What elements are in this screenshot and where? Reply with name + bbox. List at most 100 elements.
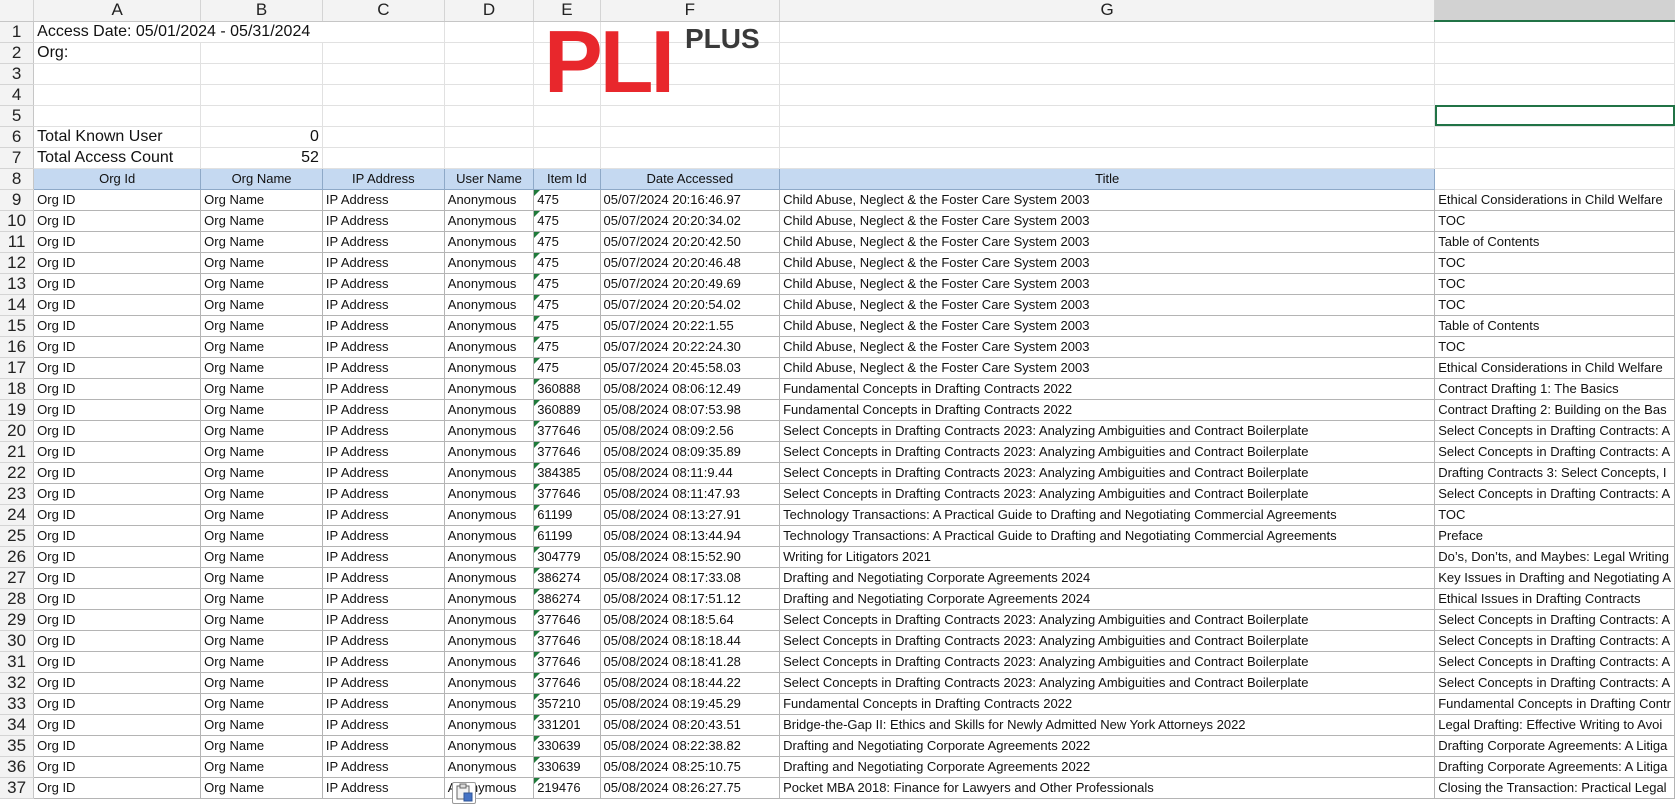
item-id-cell[interactable]: 386274 bbox=[533, 567, 601, 589]
org-id-cell[interactable]: Org ID bbox=[33, 336, 202, 358]
cell[interactable] bbox=[600, 147, 781, 169]
date-accessed-cell[interactable]: 05/08/2024 08:26:27.75 bbox=[600, 777, 781, 799]
date-accessed-cell[interactable]: 05/08/2024 08:11:47.93 bbox=[600, 483, 781, 505]
item-id-cell[interactable]: 475 bbox=[533, 294, 601, 316]
org-name-cell[interactable]: Org Name bbox=[200, 378, 323, 400]
org-name-cell[interactable]: Org Name bbox=[200, 357, 323, 379]
ip-address-cell[interactable]: IP Address bbox=[322, 567, 445, 589]
user-name-cell[interactable]: Anonymous bbox=[444, 378, 535, 400]
date-accessed-cell[interactable]: 05/07/2024 20:45:58.03 bbox=[600, 357, 781, 379]
org-name-cell[interactable]: Org Name bbox=[200, 630, 323, 652]
date-accessed-cell[interactable]: 05/07/2024 20:20:34.02 bbox=[600, 210, 781, 232]
row-header[interactable]: 12 bbox=[0, 252, 35, 274]
date-accessed-cell[interactable]: 05/08/2024 08:18:41.28 bbox=[600, 651, 781, 673]
cell[interactable] bbox=[600, 126, 781, 148]
org-id-cell[interactable]: Org ID bbox=[33, 504, 202, 526]
header-item-id[interactable]: Item Id bbox=[533, 167, 601, 190]
org-name-cell[interactable]: Org Name bbox=[200, 483, 323, 505]
row-header[interactable]: 37 bbox=[0, 777, 35, 799]
user-name-cell[interactable]: Anonymous bbox=[444, 210, 535, 232]
date-accessed-cell[interactable]: 05/08/2024 08:17:33.08 bbox=[600, 567, 781, 589]
date-accessed-cell[interactable]: 05/08/2024 08:15:52.90 bbox=[600, 546, 781, 568]
item-id-cell[interactable]: 386274 bbox=[533, 588, 601, 610]
title-cell[interactable]: Select Concepts in Drafting Contracts 20… bbox=[779, 672, 1436, 694]
org-name-cell[interactable]: Org Name bbox=[200, 210, 323, 232]
section-title-cell[interactable]: TOC bbox=[1434, 336, 1675, 358]
row-header[interactable]: 26 bbox=[0, 546, 35, 568]
cell[interactable] bbox=[533, 105, 601, 127]
user-name-cell[interactable]: Anonymous bbox=[444, 462, 535, 484]
header-title[interactable]: Title bbox=[779, 167, 1436, 190]
cell[interactable] bbox=[600, 105, 781, 127]
cell[interactable] bbox=[444, 105, 535, 127]
org-name-cell[interactable]: Org Name bbox=[200, 441, 323, 463]
cell[interactable] bbox=[444, 21, 535, 43]
ip-address-cell[interactable]: IP Address bbox=[322, 462, 445, 484]
cell[interactable] bbox=[533, 126, 601, 148]
org-id-cell[interactable]: Org ID bbox=[33, 189, 202, 211]
org-id-cell[interactable]: Org ID bbox=[33, 483, 202, 505]
title-cell[interactable]: Child Abuse, Neglect & the Foster Care S… bbox=[779, 357, 1436, 379]
row-header[interactable]: 10 bbox=[0, 210, 35, 232]
section-title-cell[interactable]: Table of Contents bbox=[1434, 231, 1675, 253]
section-title-cell[interactable]: Select Concepts in Drafting Contracts: A bbox=[1434, 441, 1675, 463]
section-title-cell[interactable]: TOC bbox=[1434, 252, 1675, 274]
date-accessed-cell[interactable]: 05/07/2024 20:20:46.48 bbox=[600, 252, 781, 274]
title-cell[interactable]: Fundamental Concepts in Drafting Contrac… bbox=[779, 693, 1436, 715]
item-id-cell[interactable]: 360889 bbox=[533, 399, 601, 421]
section-title-cell[interactable]: Drafting Contracts 3: Select Concepts, I bbox=[1434, 462, 1675, 484]
ip-address-cell[interactable]: IP Address bbox=[322, 210, 445, 232]
date-accessed-cell[interactable]: 05/08/2024 08:18:5.64 bbox=[600, 609, 781, 631]
org-name-cell[interactable]: Org Name bbox=[200, 231, 323, 253]
active-cell[interactable] bbox=[1434, 105, 1675, 127]
item-id-cell[interactable]: 304779 bbox=[533, 546, 601, 568]
title-cell[interactable]: Pocket MBA 2018: Finance for Lawyers and… bbox=[779, 777, 1436, 799]
org-name-cell[interactable]: Org Name bbox=[200, 714, 323, 736]
cell[interactable] bbox=[779, 126, 1436, 148]
item-id-cell[interactable]: 61199 bbox=[533, 525, 601, 547]
cell[interactable] bbox=[322, 63, 445, 85]
title-cell[interactable]: Child Abuse, Neglect & the Foster Care S… bbox=[779, 273, 1436, 295]
cell[interactable] bbox=[1434, 42, 1675, 64]
row-header[interactable]: 22 bbox=[0, 462, 35, 484]
org-id-cell[interactable]: Org ID bbox=[33, 252, 202, 274]
org-id-cell[interactable]: Org ID bbox=[33, 567, 202, 589]
access-date-cell[interactable]: Access Date: 05/01/2024 - 05/31/2024 bbox=[33, 21, 445, 43]
row-header-7[interactable]: 7 bbox=[0, 147, 35, 169]
org-id-cell[interactable]: Org ID bbox=[33, 294, 202, 316]
row-header[interactable]: 31 bbox=[0, 651, 35, 673]
org-id-cell[interactable]: Org ID bbox=[33, 714, 202, 736]
item-id-cell[interactable]: 331201 bbox=[533, 714, 601, 736]
date-accessed-cell[interactable]: 05/08/2024 08:09:2.56 bbox=[600, 420, 781, 442]
section-title-cell[interactable]: Ethical Issues in Drafting Contracts bbox=[1434, 588, 1675, 610]
item-id-cell[interactable]: 61199 bbox=[533, 504, 601, 526]
title-cell[interactable]: Select Concepts in Drafting Contracts 20… bbox=[779, 630, 1436, 652]
item-id-cell[interactable]: 475 bbox=[533, 252, 601, 274]
title-cell[interactable]: Select Concepts in Drafting Contracts 20… bbox=[779, 441, 1436, 463]
ip-address-cell[interactable]: IP Address bbox=[322, 588, 445, 610]
item-id-cell[interactable]: 475 bbox=[533, 273, 601, 295]
section-title-cell[interactable]: Fundamental Concepts in Drafting Contr bbox=[1434, 693, 1675, 715]
row-header[interactable]: 18 bbox=[0, 378, 35, 400]
title-cell[interactable]: Select Concepts in Drafting Contracts 20… bbox=[779, 420, 1436, 442]
row-header-3[interactable]: 3 bbox=[0, 63, 35, 85]
section-title-cell[interactable]: Ethical Considerations in Child Welfare bbox=[1434, 357, 1675, 379]
row-header[interactable]: 20 bbox=[0, 420, 35, 442]
org-name-cell[interactable]: Org Name bbox=[200, 273, 323, 295]
user-name-cell[interactable]: Anonymous bbox=[444, 273, 535, 295]
item-id-cell[interactable]: 360888 bbox=[533, 378, 601, 400]
org-name-cell[interactable]: Org Name bbox=[200, 336, 323, 358]
total-access-count-label[interactable]: Total Access Count bbox=[33, 147, 202, 169]
cell[interactable] bbox=[779, 42, 1436, 64]
section-title-cell[interactable]: Do’s, Don’ts, and Maybes: Legal Writing bbox=[1434, 546, 1675, 568]
header-user-name[interactable]: User Name bbox=[443, 167, 535, 190]
ip-address-cell[interactable]: IP Address bbox=[322, 735, 445, 757]
section-title-cell[interactable]: Preface bbox=[1434, 525, 1675, 547]
row-header-2[interactable]: 2 bbox=[0, 42, 35, 64]
item-id-cell[interactable]: 377646 bbox=[533, 651, 601, 673]
row-header-6[interactable]: 6 bbox=[0, 126, 35, 148]
user-name-cell[interactable]: Anonymous bbox=[444, 504, 535, 526]
date-accessed-cell[interactable]: 05/07/2024 20:22:24.30 bbox=[600, 336, 781, 358]
ip-address-cell[interactable]: IP Address bbox=[322, 651, 445, 673]
user-name-cell[interactable]: Anonymous bbox=[444, 294, 535, 316]
